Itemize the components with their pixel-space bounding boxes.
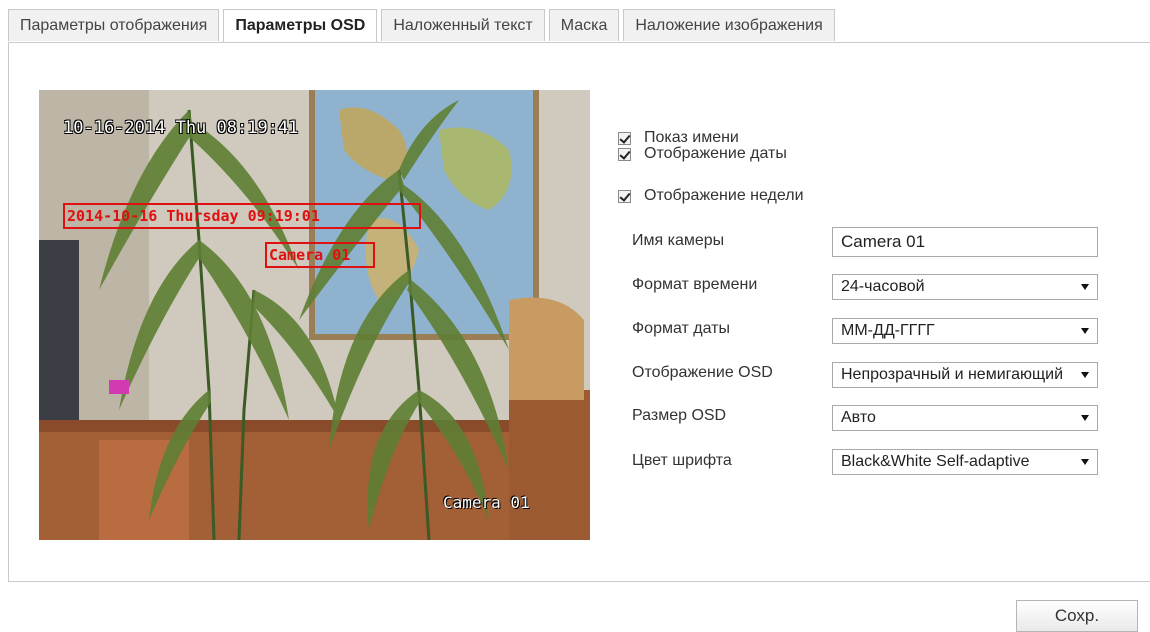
osd-size-value: Авто: [841, 409, 876, 426]
tab-mask[interactable]: Маска: [548, 9, 620, 41]
chevron-down-icon: [1081, 415, 1089, 421]
date-format-select[interactable]: ММ-ДД-ГГГГ: [832, 318, 1098, 344]
chevron-down-icon: [1081, 459, 1089, 465]
time-format-select[interactable]: 24-часовой: [832, 274, 1098, 300]
show-week-checkbox[interactable]: [618, 189, 631, 203]
osd-size-label: Размер OSD: [632, 407, 727, 424]
chevron-down-icon: [1081, 372, 1089, 378]
osd-camera-name-overlay: Camera 01: [443, 493, 530, 512]
osd-size-select[interactable]: Авто: [832, 405, 1098, 431]
save-button[interactable]: Сохр.: [1016, 600, 1138, 632]
chevron-down-icon: [1081, 284, 1089, 290]
show-date-option: Отображение даты: [618, 143, 787, 165]
time-format-value: 24-часовой: [841, 278, 925, 295]
tab-osd-params[interactable]: Параметры OSD: [223, 9, 378, 43]
video-preview[interactable]: 10-16-2014 Thu 08:19:41 2014-10-16 Thurs…: [39, 90, 590, 540]
osd-display-value: Непрозрачный и немигающий: [841, 366, 1064, 383]
camera-name-label: Имя камеры: [632, 232, 725, 249]
osd-display-select[interactable]: Непрозрачный и немигающий: [832, 362, 1098, 388]
osd-datetime-overlay: 10-16-2014 Thu 08:19:41: [63, 118, 299, 138]
camera-name-input[interactable]: Camera 01: [832, 227, 1098, 257]
chevron-down-icon: [1081, 328, 1089, 334]
show-week-label: Отображение недели: [644, 187, 804, 204]
font-color-label: Цвет шрифта: [632, 452, 732, 469]
tab-text-overlay[interactable]: Наложенный текст: [381, 9, 545, 41]
font-color-select[interactable]: Black&White Self-adaptive: [832, 449, 1098, 475]
time-format-label: Формат времени: [632, 276, 758, 293]
show-date-label: Отображение даты: [644, 145, 787, 162]
date-format-label: Формат даты: [632, 320, 730, 337]
date-format-value: ММ-ДД-ГГГГ: [841, 322, 935, 339]
tab-bar: Параметры отображения Параметры OSD Нало…: [8, 9, 839, 43]
preview-scene: [39, 90, 590, 540]
show-date-checkbox[interactable]: [618, 147, 631, 161]
osd-datetime-position-box[interactable]: 2014-10-16 Thursday 09:19:01: [63, 203, 421, 229]
osd-display-label: Отображение OSD: [632, 364, 773, 381]
tab-image-overlay[interactable]: Наложение изображения: [623, 9, 835, 41]
tab-display-params[interactable]: Параметры отображения: [8, 9, 220, 41]
osd-camera-name-position-box[interactable]: Camera 01: [265, 242, 375, 268]
font-color-value: Black&White Self-adaptive: [841, 453, 1030, 470]
show-week-option: Отображение недели: [618, 185, 804, 207]
